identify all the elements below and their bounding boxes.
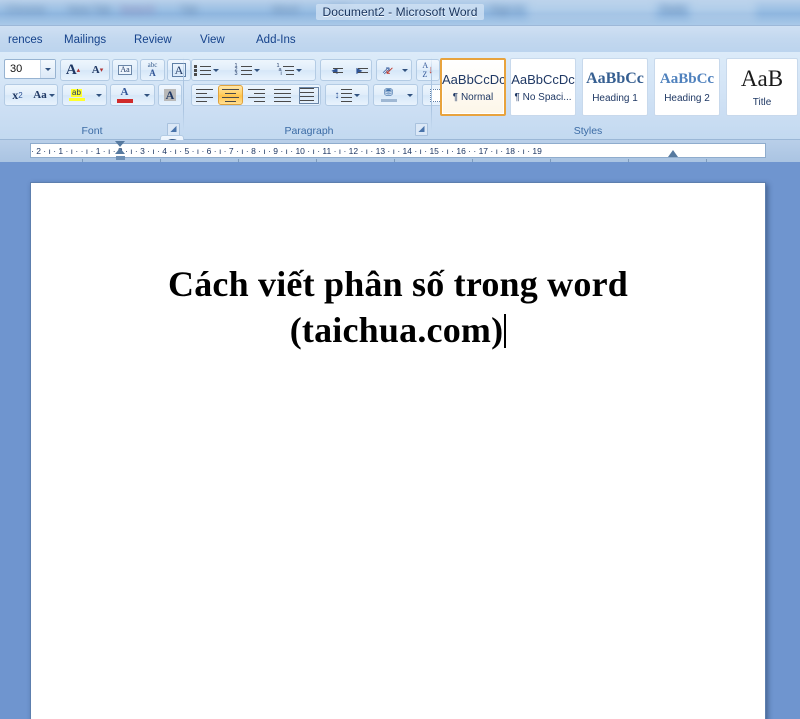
font-size-dropdown-arrow[interactable]	[40, 60, 55, 78]
superscript-icon[interactable]: x2	[5, 85, 30, 105]
document-line-1: Cách viết phân số trong word	[168, 264, 628, 304]
right-indent-marker[interactable]	[668, 150, 678, 157]
text-highlight-color-icon[interactable]: ab	[63, 85, 90, 105]
numbering-icon[interactable]: 1 2 3	[233, 60, 261, 80]
style-label: Title	[752, 97, 772, 108]
multilevel-list-icon[interactable]: 1 a i	[275, 60, 303, 80]
paragraph-dialog-launcher[interactable]: ◢	[415, 123, 428, 136]
font-group-label: Font	[81, 125, 103, 137]
style-item-title[interactable]: AaB Title	[726, 58, 798, 116]
distributed-icon[interactable]	[296, 85, 321, 105]
clear-formatting-icon[interactable]: Aa	[113, 60, 137, 80]
justify-icon[interactable]	[270, 85, 295, 105]
style-label: ¶ Normal	[452, 91, 494, 103]
bullets-icon[interactable]	[192, 60, 220, 80]
align-center-icon[interactable]	[218, 85, 243, 105]
tab-mailings[interactable]: Mailings	[56, 30, 114, 50]
horizontal-ruler[interactable]: · 2 · ı · 1 · ı · · ı · 1 · ı · 2 · ı · …	[0, 140, 800, 162]
style-item-heading-2[interactable]: AaBbCc Heading 2	[654, 58, 720, 116]
sort-icon[interactable]: ⇗ ↙	[377, 60, 399, 80]
sort-dropdown-arrow[interactable]	[398, 60, 411, 80]
ribbon-group-paragraph: 1 2 3 1 a i ◀ ▶ ⇗ ↙ A Z ↕ ⛃ Paragraph ◢	[186, 53, 467, 139]
tab-view[interactable]: View	[192, 30, 233, 50]
style-item-no-spacing[interactable]: AaBbCcDc ¶ No Spaci...	[510, 58, 576, 116]
tab-add-ins[interactable]: Add-Ins	[248, 30, 304, 50]
increase-indent-icon[interactable]: ▶	[346, 60, 371, 80]
style-label: ¶ No Spaci...	[514, 91, 572, 103]
phonetic-guide-icon[interactable]: abc A	[141, 60, 164, 80]
ruler-track: · 2 · ı · 1 · ı · · ı · 1 · ı · 2 · ı · …	[30, 143, 766, 158]
shrink-font-icon[interactable]: A ▾	[86, 60, 109, 80]
ribbon-group-styles: AaBbCcDc ¶ Normal AaBbCcDc ¶ No Spaci...…	[438, 53, 800, 139]
window-title-text: Document2 - Microsoft Word	[316, 4, 484, 20]
ribbon: 30 A ▴ A ▾ Aa abc A A x 2 Aa ab A A Font…	[0, 52, 800, 157]
style-item-heading-1[interactable]: AaBbCс Heading 1	[582, 58, 648, 116]
sort-az-icon[interactable]: AZ↓	[416, 59, 440, 81]
shading-dropdown-arrow[interactable]	[403, 85, 417, 105]
document-line-2-wrap: (taichua.com)	[31, 307, 765, 353]
style-preview: AaBbCcDc	[442, 71, 504, 87]
document-line-2: (taichua.com)	[289, 310, 504, 351]
tab-review[interactable]: Review	[126, 30, 180, 50]
word-application-window: Chrome New Tab Search Tab Word Edit Sign…	[0, 0, 800, 719]
styles-group-label: Styles	[573, 125, 603, 137]
style-preview: AaBbCс	[586, 70, 644, 87]
shading-icon[interactable]: ⛃	[374, 85, 403, 105]
font-color-icon[interactable]: A	[111, 85, 138, 105]
style-label: Heading 2	[664, 92, 710, 104]
document-body-text[interactable]: Cách viết phân số trong word (taichua.co…	[31, 261, 765, 353]
style-item-normal[interactable]: AaBbCcDc ¶ Normal	[440, 58, 506, 116]
left-indent-marker[interactable]	[115, 141, 126, 160]
group-separator	[183, 57, 184, 131]
style-preview: AaBbCcDc	[511, 71, 575, 87]
paragraph-group-label: Paragraph	[284, 125, 334, 137]
ribbon-group-font: 30 A ▴ A ▾ Aa abc A A x 2 Aa ab A A Font…	[0, 53, 191, 139]
document-workspace: Cách viết phân số trong word (taichua.co…	[0, 162, 800, 719]
line-spacing-icon[interactable]: ↕	[326, 85, 368, 105]
style-label: Heading 1	[592, 93, 638, 104]
font-color-dropdown-arrow[interactable]	[139, 85, 154, 105]
align-left-icon[interactable]	[192, 85, 217, 105]
tab-references[interactable]: rences	[0, 30, 51, 50]
highlight-dropdown-arrow[interactable]	[91, 85, 106, 105]
text-cursor	[504, 314, 507, 349]
window-title: Document2 - Microsoft Word	[0, 0, 800, 25]
font-size-value: 30	[10, 63, 23, 75]
title-bar: Chrome New Tab Search Tab Word Edit Sign…	[0, 0, 800, 25]
decrease-indent-icon[interactable]: ◀	[321, 60, 346, 80]
group-separator	[431, 57, 432, 131]
document-page[interactable]: Cách viết phân số trong word (taichua.co…	[30, 182, 766, 719]
character-shading-icon[interactable]: A	[158, 84, 182, 106]
font-size-combobox[interactable]: 30	[4, 59, 56, 79]
grow-font-icon[interactable]: A ▴	[61, 60, 85, 80]
change-case-icon[interactable]: Aa	[31, 85, 57, 105]
ribbon-tab-strip: rences Mailings Review View Add-Ins	[0, 25, 800, 52]
style-preview: AaBbCc	[659, 70, 715, 87]
style-preview: AaB	[740, 66, 784, 91]
ruler-tick-labels: · 2 · ı · 1 · ı · · ı · 1 · ı · 2 · ı · …	[31, 145, 542, 156]
align-right-icon[interactable]	[244, 85, 269, 105]
